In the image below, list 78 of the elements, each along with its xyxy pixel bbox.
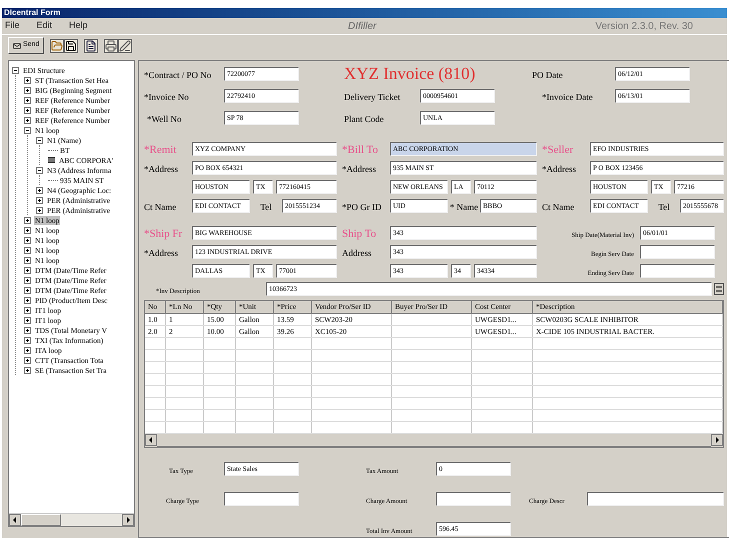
plus-box-icon[interactable] xyxy=(36,196,43,204)
minus-box-icon[interactable] xyxy=(12,66,19,74)
plus-box-icon[interactable] xyxy=(24,86,31,94)
plus-box-icon[interactable] xyxy=(24,116,31,124)
field-label: *Address xyxy=(542,164,576,174)
plus-box-icon[interactable] xyxy=(24,336,31,344)
field-label: Tel xyxy=(260,202,272,212)
field-label: Address xyxy=(342,248,372,258)
field-label: *Address xyxy=(144,164,178,174)
plus-box-icon[interactable] xyxy=(24,266,31,274)
folder-icon[interactable] xyxy=(50,38,64,52)
field-label: *Address xyxy=(342,164,376,174)
version-text: Version 2.3.0, Rev. 30 xyxy=(595,20,693,34)
input-field[interactable] xyxy=(640,264,715,278)
printer-icon[interactable] xyxy=(104,38,118,52)
input-field[interactable] xyxy=(640,244,715,258)
field-label: *Bill To xyxy=(342,144,378,156)
scroll-left-icon[interactable] xyxy=(145,434,157,446)
plus-box-icon[interactable] xyxy=(24,96,31,104)
plus-box-icon[interactable] xyxy=(36,186,43,194)
scroll-right-icon[interactable] xyxy=(711,434,723,446)
field-label: *Ship Fr xyxy=(144,228,182,240)
spin-icon[interactable] xyxy=(714,282,724,294)
minus-box-icon[interactable] xyxy=(36,166,43,174)
field-label: Tel xyxy=(658,202,670,212)
plus-box-icon[interactable] xyxy=(24,106,31,114)
plus-box-icon[interactable] xyxy=(24,256,31,264)
plus-box-icon[interactable] xyxy=(36,206,43,214)
field-label: PO Date xyxy=(532,70,563,80)
scroll-left-icon[interactable] xyxy=(9,514,21,526)
field-label: * Name xyxy=(450,202,478,212)
scrollbar[interactable] xyxy=(9,513,134,526)
field-label: Ct Name xyxy=(144,202,176,212)
plus-box-icon[interactable] xyxy=(24,226,31,234)
input-field[interactable] xyxy=(436,492,511,506)
field-label: Ship To xyxy=(342,228,376,240)
field-label: Delivery Ticket xyxy=(344,92,400,102)
field-label: Plant Code xyxy=(344,114,384,124)
plus-box-icon[interactable] xyxy=(24,76,31,84)
plus-box-icon[interactable] xyxy=(24,246,31,254)
field-label: *Invoice No xyxy=(144,92,189,102)
menu-item[interactable]: Edit xyxy=(36,19,52,33)
plus-box-icon[interactable] xyxy=(24,296,31,304)
plus-box-icon[interactable] xyxy=(24,306,31,314)
app-name: DIfiller xyxy=(348,20,376,34)
plus-box-icon[interactable] xyxy=(24,366,31,374)
menu-item[interactable]: Help xyxy=(69,19,88,33)
minus-box-icon[interactable] xyxy=(36,136,43,144)
scrollbar[interactable] xyxy=(145,434,723,447)
plus-box-icon[interactable] xyxy=(24,276,31,284)
field-label: *Address xyxy=(144,248,178,258)
input-field[interactable] xyxy=(587,492,724,506)
field-label: *Seller xyxy=(542,144,574,156)
menu-item[interactable]: File xyxy=(5,19,20,33)
minus-box-icon[interactable] xyxy=(24,126,31,134)
mail-icon xyxy=(13,42,21,50)
field-label: *Well No xyxy=(147,114,182,124)
scroll-right-icon[interactable] xyxy=(122,514,134,526)
field-label: *PO Gr ID xyxy=(342,202,382,212)
document-icon[interactable] xyxy=(84,38,98,52)
field-label: *Invoice Date xyxy=(542,92,593,102)
input-field[interactable] xyxy=(224,492,299,506)
pen-icon[interactable] xyxy=(118,38,132,52)
plus-box-icon[interactable] xyxy=(24,216,31,224)
plus-box-icon[interactable] xyxy=(24,356,31,364)
record-icon xyxy=(48,157,55,163)
plus-box-icon[interactable] xyxy=(24,326,31,334)
plus-box-icon[interactable] xyxy=(24,286,31,294)
field-label: *Contract / PO No xyxy=(144,70,212,80)
field-label: *Remit xyxy=(144,144,176,156)
plus-box-icon[interactable] xyxy=(24,236,31,244)
window-title: DIcentral Form xyxy=(4,8,60,18)
save-icon[interactable] xyxy=(64,38,78,52)
plus-box-icon[interactable] xyxy=(24,346,31,354)
scroll-thumb[interactable] xyxy=(21,514,61,526)
field-label: Ct Name xyxy=(542,202,574,212)
form-title: XYZ Invoice (810) xyxy=(344,63,476,86)
plus-box-icon[interactable] xyxy=(24,316,31,324)
